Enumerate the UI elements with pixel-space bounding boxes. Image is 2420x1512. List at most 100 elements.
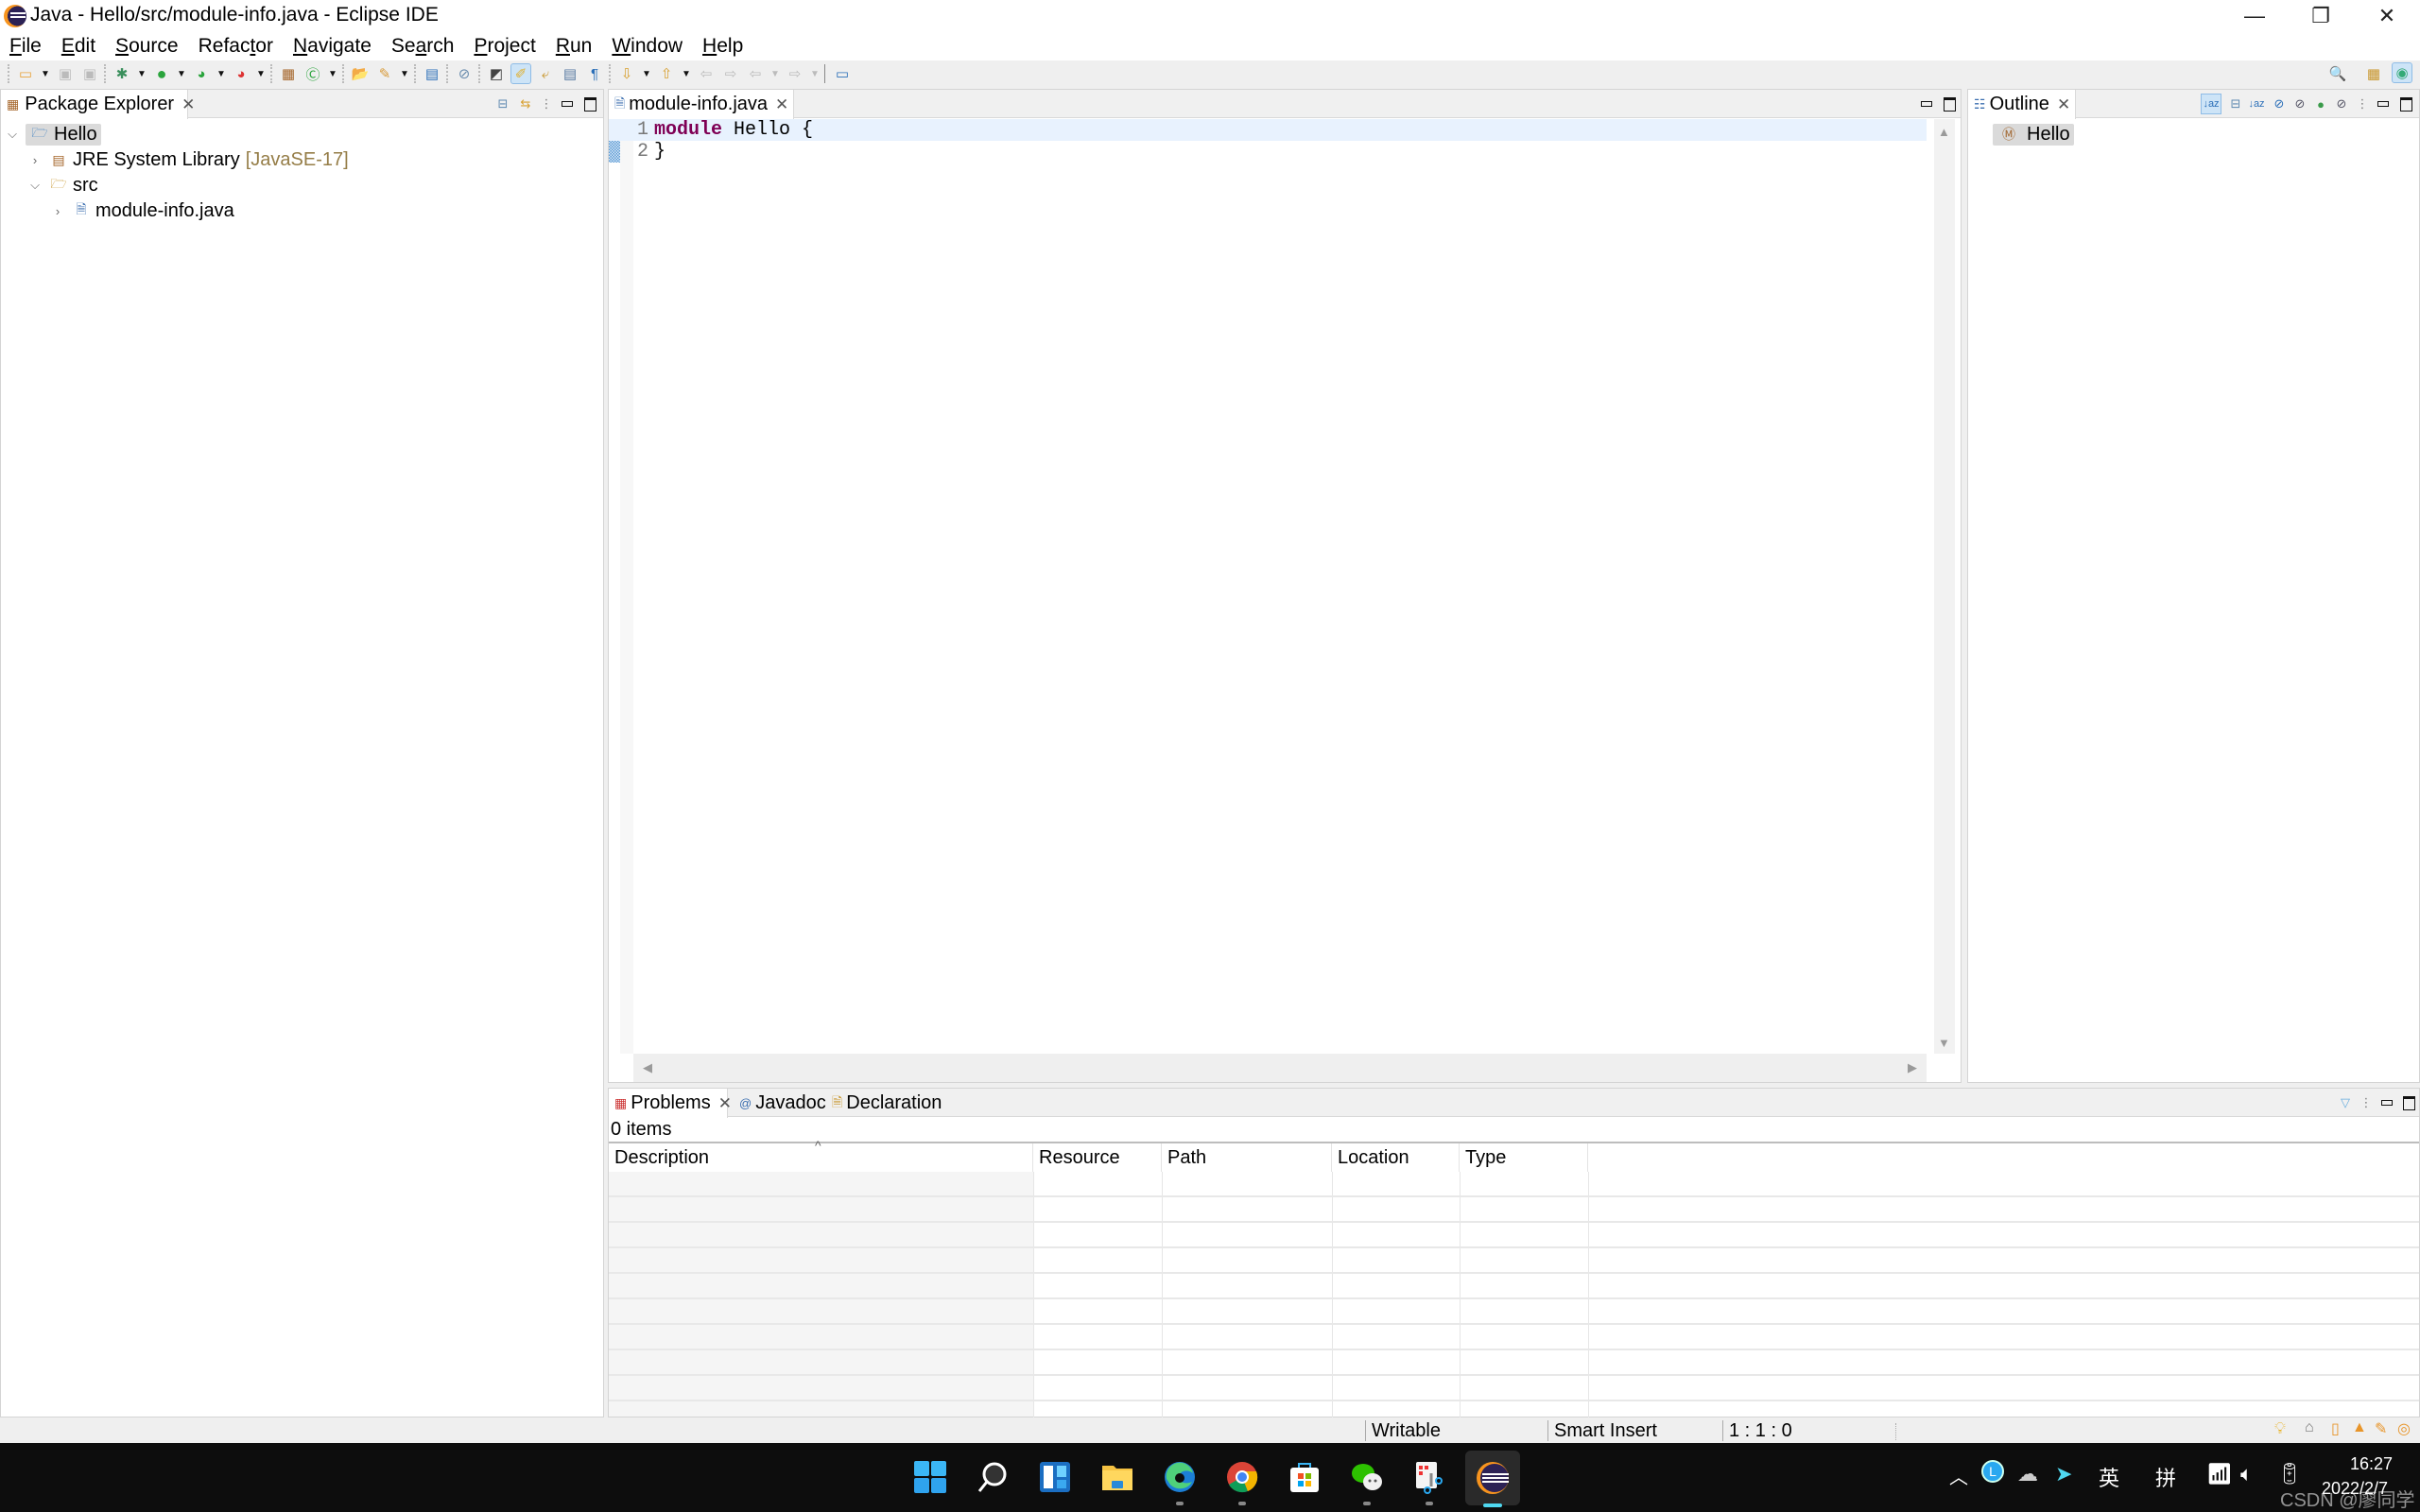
hide-nonpublic-icon[interactable]: ⊘: [2290, 94, 2310, 114]
hide-static-icon[interactable]: ⊘: [2269, 94, 2290, 114]
coverage-dropdown-icon[interactable]: ▼: [216, 63, 227, 84]
search-icon[interactable]: [970, 1454, 1015, 1500]
vertical-scrollbar[interactable]: ▲ ▼: [1934, 119, 1955, 1054]
column-location[interactable]: Location: [1332, 1143, 1460, 1172]
store-icon[interactable]: [1282, 1454, 1327, 1500]
back-icon[interactable]: ⇦: [745, 63, 766, 84]
scroll-down-arrow-icon[interactable]: ▼: [1938, 1036, 1950, 1050]
next-annotation-dropdown-icon[interactable]: ▼: [641, 63, 652, 84]
wifi-icon[interactable]: 📶︎: [2206, 1462, 2233, 1486]
external-tools-dropdown-icon[interactable]: ▼: [255, 63, 267, 84]
tree-item-jre-system-library[interactable]: › ▤ JRE System Library [JavaSE-17]: [27, 147, 349, 172]
tab-module-info-java[interactable]: 🗎 module-info.java ✕: [609, 90, 794, 119]
start-icon[interactable]: [908, 1454, 953, 1500]
scroll-right-arrow-icon[interactable]: ▶: [1908, 1060, 1917, 1075]
account-icon[interactable]: L: [1981, 1460, 2004, 1483]
show-hidden-icons-icon[interactable]: ︿: [1949, 1462, 1968, 1489]
maximize-view-button[interactable]: [579, 94, 600, 114]
code-editor[interactable]: 1 module Hello { 2 } ▲ ▼ ◀ ▶: [609, 119, 1961, 1082]
quick-access-search-icon[interactable]: 🔍: [2327, 63, 2348, 84]
minimize-editor-button[interactable]: [1916, 94, 1937, 114]
mark-occurrences-icon[interactable]: ⊘: [454, 63, 475, 84]
scroll-up-arrow-icon[interactable]: ▲: [1938, 125, 1950, 139]
scroll-left-arrow-icon[interactable]: ◀: [643, 1060, 652, 1075]
tip-icon[interactable]: ⌂: [2305, 1419, 2314, 1436]
run-dropdown-icon[interactable]: ▼: [176, 63, 187, 84]
show-whitespace-icon[interactable]: ▤: [560, 63, 580, 84]
last-edit-forward-icon[interactable]: ⇨: [720, 63, 741, 84]
new-java-package-icon[interactable]: ▦: [278, 63, 299, 84]
search-tool-icon[interactable]: ✎: [374, 63, 395, 84]
hide-types-icon[interactable]: ⊘: [2331, 94, 2352, 114]
tab-declaration[interactable]: 🗎 Declaration: [826, 1089, 949, 1118]
tutorial-icon[interactable]: ▲: [2352, 1419, 2367, 1436]
next-annotation-icon[interactable]: ⇩: [616, 63, 637, 84]
block-selection-icon[interactable]: ⤶: [535, 63, 556, 84]
terminal-icon[interactable]: ▤: [422, 63, 442, 84]
new-icon[interactable]: ▭: [15, 63, 36, 84]
book-icon[interactable]: ▯: [2331, 1419, 2340, 1438]
java-perspective-icon[interactable]: ◉: [2392, 62, 2412, 83]
sort-icon[interactable]: ↓az: [2201, 94, 2221, 114]
restore-button[interactable]: ❐: [2288, 0, 2354, 32]
clock-time[interactable]: 16:27: [2350, 1454, 2393, 1474]
open-perspective-icon[interactable]: ▦: [2363, 63, 2384, 84]
hide-fields-icon[interactable]: ↓az: [2246, 94, 2267, 114]
back-dropdown-icon[interactable]: ▼: [769, 63, 781, 84]
horizontal-scrollbar[interactable]: ◀ ▶: [633, 1054, 1927, 1082]
menu-run[interactable]: Run: [556, 35, 593, 58]
filter-icon[interactable]: ▽: [2335, 1092, 2356, 1113]
chevron-down-icon[interactable]: ⌵: [5, 127, 20, 142]
lightbulb-icon[interactable]: 💡︎: [2274, 1419, 2286, 1438]
samples-icon[interactable]: ✎: [2375, 1419, 2387, 1438]
last-edit-icon[interactable]: ⇦: [696, 63, 717, 84]
whats-new-icon[interactable]: ◎: [2397, 1419, 2411, 1438]
toggle-breadcrumb-icon[interactable]: ◩: [486, 63, 507, 84]
minimize-view-button[interactable]: [557, 94, 578, 114]
maximize-editor-button[interactable]: [1939, 94, 1960, 114]
chrome-icon[interactable]: [1219, 1454, 1265, 1505]
debug-icon[interactable]: ✱: [112, 63, 132, 84]
close-tab-icon[interactable]: ✕: [775, 95, 788, 114]
hide-local-types-icon[interactable]: ●: [2310, 94, 2331, 114]
edge-icon[interactable]: [1157, 1454, 1202, 1505]
code-line[interactable]: 1 module Hello {: [609, 119, 1927, 141]
battery-icon[interactable]: 🔋︎: [2276, 1462, 2303, 1486]
file-explorer-icon[interactable]: [1095, 1454, 1140, 1500]
new-class-dropdown-icon[interactable]: ▼: [327, 63, 338, 84]
highlight-icon[interactable]: ✐: [510, 63, 531, 84]
wechat-icon[interactable]: [1344, 1454, 1390, 1505]
close-button[interactable]: ✕: [2354, 0, 2420, 32]
ime-mode[interactable]: 拼: [2155, 1462, 2176, 1492]
code-line[interactable]: 2 }: [609, 141, 1927, 163]
run-icon[interactable]: ●: [151, 63, 172, 84]
minimize-view-button[interactable]: [2373, 94, 2394, 114]
tab-package-explorer[interactable]: ▦ Package Explorer ✕: [1, 90, 195, 119]
menu-search[interactable]: Search: [391, 35, 455, 58]
open-type-icon[interactable]: 📂: [350, 63, 371, 84]
tab-problems[interactable]: ▦ Problems ✕: [609, 1089, 732, 1118]
save-all-icon[interactable]: ▣: [79, 63, 100, 84]
view-menu-icon[interactable]: ⋮: [2356, 1092, 2377, 1113]
tree-item-src[interactable]: ⌵ 🗁 src: [27, 173, 98, 198]
column-path[interactable]: Path: [1162, 1143, 1332, 1172]
collapse-all-icon[interactable]: ⊟: [2225, 94, 2246, 114]
tree-item-hello-project[interactable]: ⌵ 🗁 Hello: [5, 122, 101, 146]
maximize-view-button[interactable]: [2398, 1092, 2419, 1113]
debug-dropdown-icon[interactable]: ▼: [136, 63, 147, 84]
coverage-icon[interactable]: ◕: [191, 63, 212, 84]
chevron-right-icon[interactable]: ›: [50, 204, 65, 218]
close-tab-icon[interactable]: ✕: [718, 1094, 732, 1113]
new-java-class-icon[interactable]: Ⓒ: [302, 63, 323, 84]
column-resource[interactable]: Resource: [1033, 1143, 1162, 1172]
problems-table[interactable]: Description ^ Resource Path Location Typ…: [609, 1138, 2419, 1427]
search-dropdown-icon[interactable]: ▼: [399, 63, 410, 84]
menu-project[interactable]: Project: [474, 35, 535, 58]
pin-editor-icon[interactable]: ▭: [832, 63, 853, 84]
minimize-button[interactable]: —: [2221, 0, 2288, 32]
menu-navigate[interactable]: Navigate: [293, 35, 372, 58]
maximize-view-button[interactable]: [2395, 94, 2416, 114]
close-tab-icon[interactable]: ✕: [182, 95, 195, 114]
volume-icon[interactable]: 🔈︎: [2240, 1462, 2253, 1486]
snipping-tool-icon[interactable]: [1407, 1454, 1452, 1505]
